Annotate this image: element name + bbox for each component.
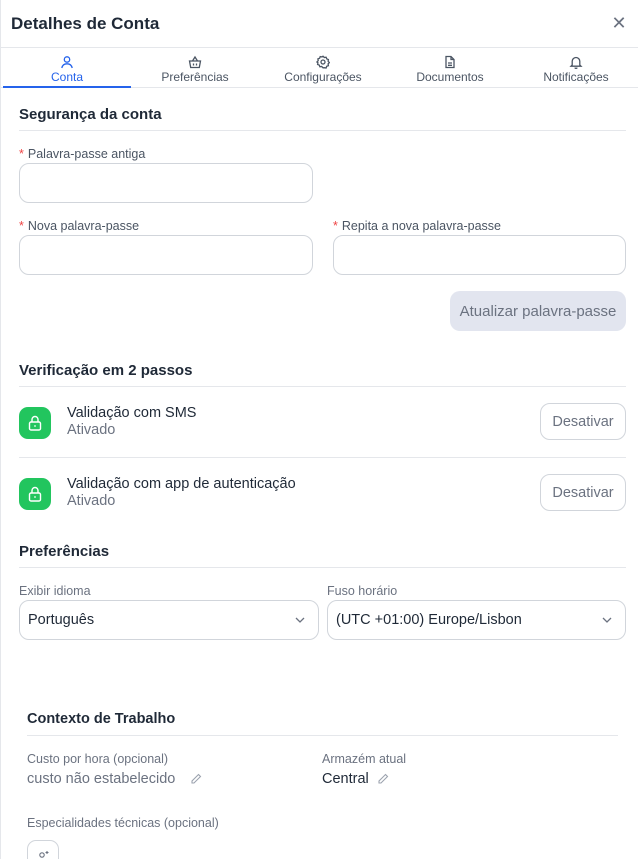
hourly-cost-label: Custo por hora (opcional) — [27, 752, 169, 766]
new-password-input[interactable] — [19, 235, 313, 275]
sparkle-plus-icon — [39, 851, 49, 858]
language-select[interactable]: Português — [19, 600, 319, 640]
pencil-icon[interactable] — [377, 773, 389, 785]
repeat-password-label: * Repita a nova palavra-passe — [333, 219, 501, 233]
required-mark: * — [19, 219, 24, 233]
old-password-input[interactable] — [19, 163, 313, 203]
panel-header: Detalhes de Conta ✕ — [1, 0, 638, 48]
tab-label: Conta — [50, 70, 84, 84]
add-specialty-button[interactable] — [27, 840, 59, 859]
divider — [19, 386, 626, 387]
tab-label: Notificações — [543, 70, 609, 84]
specialties-label: Especialidades técnicas (opcional) — [27, 816, 219, 830]
disable-auth-app-button[interactable]: Desativar — [540, 474, 626, 511]
divider — [19, 457, 626, 458]
divider — [27, 735, 618, 736]
tab-label: Preferências — [161, 70, 229, 84]
work-context-section-title: Contexto de Trabalho — [27, 711, 176, 727]
tab-notificacoes[interactable]: Notificações — [513, 48, 638, 88]
hourly-cost-value: custo não estabelecido — [27, 771, 176, 787]
old-password-label-text: Palavra-passe antiga — [27, 147, 146, 161]
panel-title: Detalhes de Conta — [11, 14, 160, 33]
tab-label: Configurações — [284, 70, 362, 84]
language-label: Exibir idioma — [19, 584, 91, 598]
lock-icon — [19, 407, 51, 439]
tab-label: Documentos — [416, 70, 484, 84]
preferences-section-title: Preferências — [19, 543, 110, 560]
language-value: Português — [28, 612, 95, 628]
close-icon[interactable]: ✕ — [611, 13, 627, 33]
tab-configuracoes[interactable]: Configurações — [259, 48, 387, 88]
auth-app-validation-title: Validação com app de autenticação — [67, 476, 296, 492]
old-password-label: * Palavra-passe antiga — [19, 147, 145, 161]
timezone-label: Fuso horário — [327, 584, 398, 598]
sms-validation-title: Validação com SMS — [67, 405, 197, 421]
divider — [19, 567, 626, 568]
repeat-password-label-text: Repita a nova palavra-passe — [341, 219, 501, 233]
document-icon — [445, 55, 455, 69]
divider — [19, 130, 626, 131]
timezone-value: (UTC +01:00) Europe/Lisbon — [336, 612, 522, 628]
sms-validation-status: Ativado — [67, 422, 116, 438]
auth-app-validation-status: Ativado — [67, 493, 116, 509]
user-icon — [61, 56, 73, 69]
new-password-label: * Nova palavra-passe — [19, 219, 139, 233]
tab-documentos[interactable]: Documentos — [387, 48, 513, 88]
account-details-panel: Detalhes de Conta ✕ Conta Preferências C… — [0, 0, 638, 859]
update-password-button[interactable]: Atualizar palavra-passe — [450, 291, 626, 331]
two-step-section-title: Verificação em 2 passos — [19, 362, 193, 379]
warehouse-value: Central — [322, 771, 369, 787]
lock-icon — [19, 478, 51, 510]
timezone-select[interactable]: (UTC +01:00) Europe/Lisbon — [327, 600, 626, 640]
security-section-title: Segurança da conta — [19, 106, 162, 123]
chevron-down-icon — [602, 617, 612, 623]
pencil-icon[interactable] — [190, 773, 202, 785]
required-mark: * — [19, 147, 24, 161]
gear-icon — [316, 55, 330, 69]
disable-sms-button[interactable]: Desativar — [540, 403, 626, 440]
tab-bar: Conta Preferências Configurações Documen… — [1, 48, 638, 88]
repeat-password-input[interactable] — [333, 235, 626, 275]
new-password-label-text: Nova palavra-passe — [27, 219, 140, 233]
tab-conta[interactable]: Conta — [3, 48, 131, 88]
bell-icon — [569, 56, 583, 69]
basket-icon — [188, 55, 202, 69]
required-mark: * — [333, 219, 338, 233]
tab-preferencias[interactable]: Preferências — [131, 48, 259, 88]
chevron-down-icon — [295, 617, 305, 623]
warehouse-label: Armazém atual — [322, 752, 407, 766]
